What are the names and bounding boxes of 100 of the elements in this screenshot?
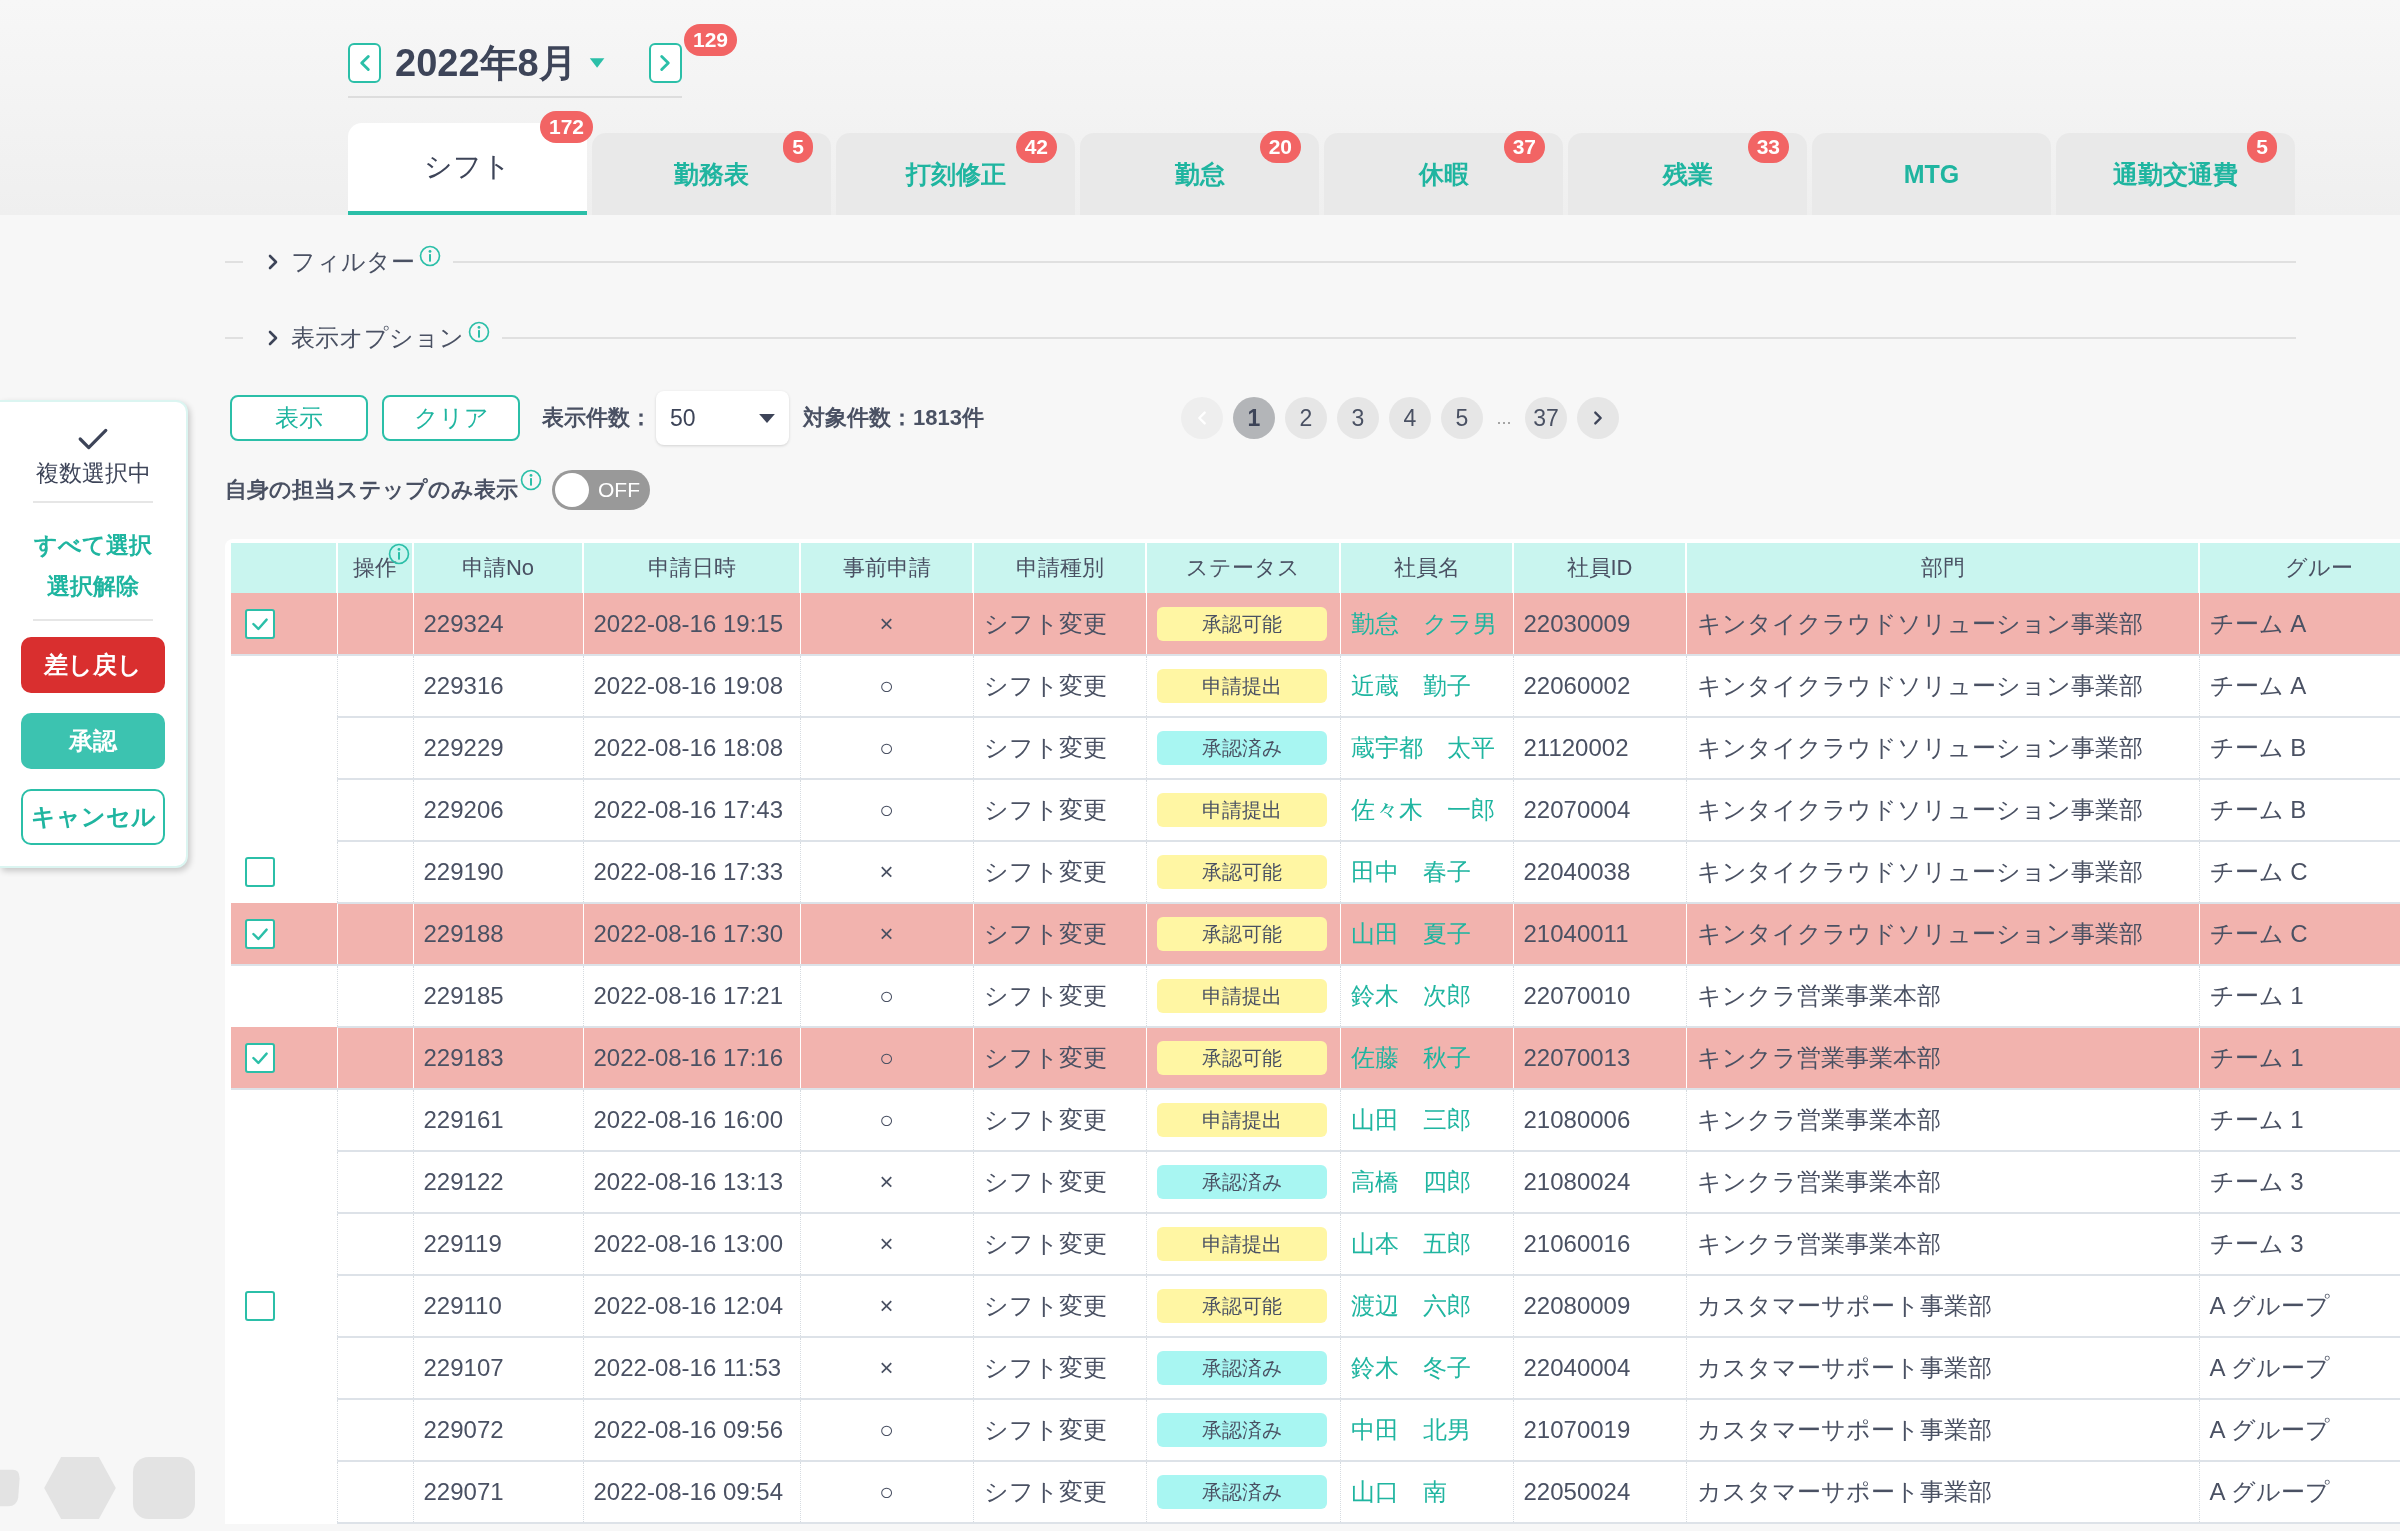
toggle-switch[interactable]: OFF [552,470,650,510]
table-cell: カスタマーサポート事業部 [1696,1478,1992,1505]
table-cell: ○ [879,1478,894,1505]
table-cell: 22040038 [1523,858,1631,885]
page-button[interactable]: 5 [1440,397,1483,439]
checkbox[interactable] [245,918,275,949]
employee-link[interactable]: 蔵宇都 太平 [1350,734,1495,761]
page-button[interactable]: 4 [1388,397,1431,439]
table-cell: × [879,1292,894,1319]
employee-link[interactable]: 渡辺 六郎 [1350,1292,1471,1319]
dropdown-caret-icon[interactable] [588,56,605,70]
employee-link[interactable]: 佐々木 一郎 [1350,796,1495,823]
status-badge: 申請提出 [1156,669,1327,703]
checkbox[interactable] [245,608,275,639]
checkbox[interactable] [245,857,275,887]
table-cell: キンタイクラウドソリューション事業部 [1696,858,2143,885]
count-badge: 129 [684,24,738,56]
table-cell: キンタイクラウドソリューション事業部 [1696,734,2143,761]
employee-link[interactable]: 近蔵 勤子 [1350,672,1471,699]
status-badge: 申請提出 [1156,793,1327,827]
employee-link[interactable]: 鈴木 次郎 [1350,982,1471,1009]
table-cell: 2022-08-16 13:13 [593,1168,783,1195]
status-badge: 承認済み [1156,1165,1327,1199]
table-cell: カスタマーサポート事業部 [1696,1292,1992,1319]
return-button[interactable]: 差し戻し [21,637,165,693]
status-badge: 承認済み [1156,1351,1327,1385]
table-cell: 229316 [423,672,504,699]
employee-link[interactable]: 山本 五郎 [1350,1230,1471,1257]
checkbox[interactable] [245,1291,275,1321]
table-cell: × [879,920,894,947]
section-toggle[interactable]: フィルター [263,246,415,278]
table-cell: 2022-08-16 17:33 [593,858,783,885]
table-cell: 22060002 [1523,672,1631,699]
employee-link[interactable]: 中田 北男 [1350,1416,1471,1443]
column-header: 事前申請 [842,555,931,580]
table-cell: シフト変更 [983,609,1107,637]
link[interactable]: すべて選択 [34,530,152,561]
status-badge: 申請提出 [1156,1103,1327,1137]
table-cell: チーム A [2209,672,2307,699]
approve-button[interactable]: 承認 [21,713,165,769]
option-label: 自身の担当ステップのみ表示 [225,476,518,504]
table-cell: チーム 1 [2209,982,2304,1009]
table-cell: 229071 [423,1478,504,1505]
employee-link[interactable]: 鈴木 冬子 [1350,1354,1471,1381]
table-cell: シフト変更 [983,1354,1107,1381]
employee-link[interactable]: 高橋 四郎 [1350,1168,1471,1195]
previous-month-button[interactable] [348,43,382,83]
table-cell: ○ [879,1416,894,1443]
table-cell: 229072 [423,1416,504,1443]
month-title[interactable]: 2022年8月 [395,37,577,89]
employee-link[interactable]: 田中 春子 [1350,858,1471,885]
page-button[interactable]: 1 [1232,397,1275,439]
table-cell: 2022-08-16 17:30 [593,920,783,947]
page-size-select[interactable]: 50 [656,391,789,445]
table-cell: 22050024 [1523,1478,1631,1505]
table-cell: 21080024 [1523,1168,1631,1195]
table-cell: カスタマーサポート事業部 [1696,1416,1992,1443]
table-cell: シフト変更 [983,796,1107,823]
show-button[interactable]: 表示 [230,395,368,441]
table-cell: シフト変更 [983,982,1107,1009]
status-badge: 承認可能 [1156,1041,1327,1075]
next-page-button[interactable] [1576,397,1619,439]
checkbox[interactable] [245,1042,275,1073]
column-header: グルー [2285,555,2353,580]
table-cell: チーム 1 [2209,1106,2304,1133]
table-cell: 2022-08-16 17:16 [593,1044,783,1071]
count-badge: 172 [539,111,593,143]
table-cell: シフト変更 [983,672,1107,699]
table-cell: シフト変更 [983,1416,1107,1443]
status-badge: 承認済み [1156,1413,1327,1447]
table-cell: A グループ [2209,1292,2330,1319]
table-cell: 229183 [423,1044,504,1071]
table-cell: シフト変更 [983,920,1107,947]
table-cell: 2022-08-16 16:00 [593,1106,783,1133]
page-button[interactable]: 3 [1336,397,1379,439]
table-cell: 229161 [423,1106,504,1133]
table-cell: 229229 [423,734,504,761]
page-button[interactable]: 37 [1524,397,1567,439]
table-cell: シフト変更 [983,734,1107,761]
table-cell: 229110 [423,1292,502,1319]
cancel-button[interactable]: キャンセル [21,789,165,845]
column-header: 申請日時 [647,555,736,580]
info-icon [419,245,441,267]
employee-link[interactable]: 山田 三郎 [1350,1106,1471,1133]
table-cell: キンクラ営業事業本部 [1696,1106,1941,1133]
section-toggle[interactable]: 表示オプション [263,322,464,354]
table-cell: 229119 [423,1230,502,1257]
table-cell: 2022-08-16 19:15 [593,609,783,637]
table-cell: A グループ [2209,1416,2330,1443]
table-cell: 21080006 [1523,1106,1631,1133]
clear-button[interactable]: クリア [382,395,520,441]
table-cell: チーム B [2209,734,2307,761]
tab[interactable]: MTG [1812,133,2051,215]
next-month-button[interactable] [648,43,682,83]
employee-link[interactable]: 山口 南 [1350,1478,1447,1505]
table-cell: チーム C [2209,858,2308,885]
link[interactable]: 選択解除 [47,571,139,602]
column-header: 部門 [1920,555,1965,580]
page-button[interactable]: 2 [1284,397,1327,439]
table-cell: シフト変更 [983,1292,1107,1319]
